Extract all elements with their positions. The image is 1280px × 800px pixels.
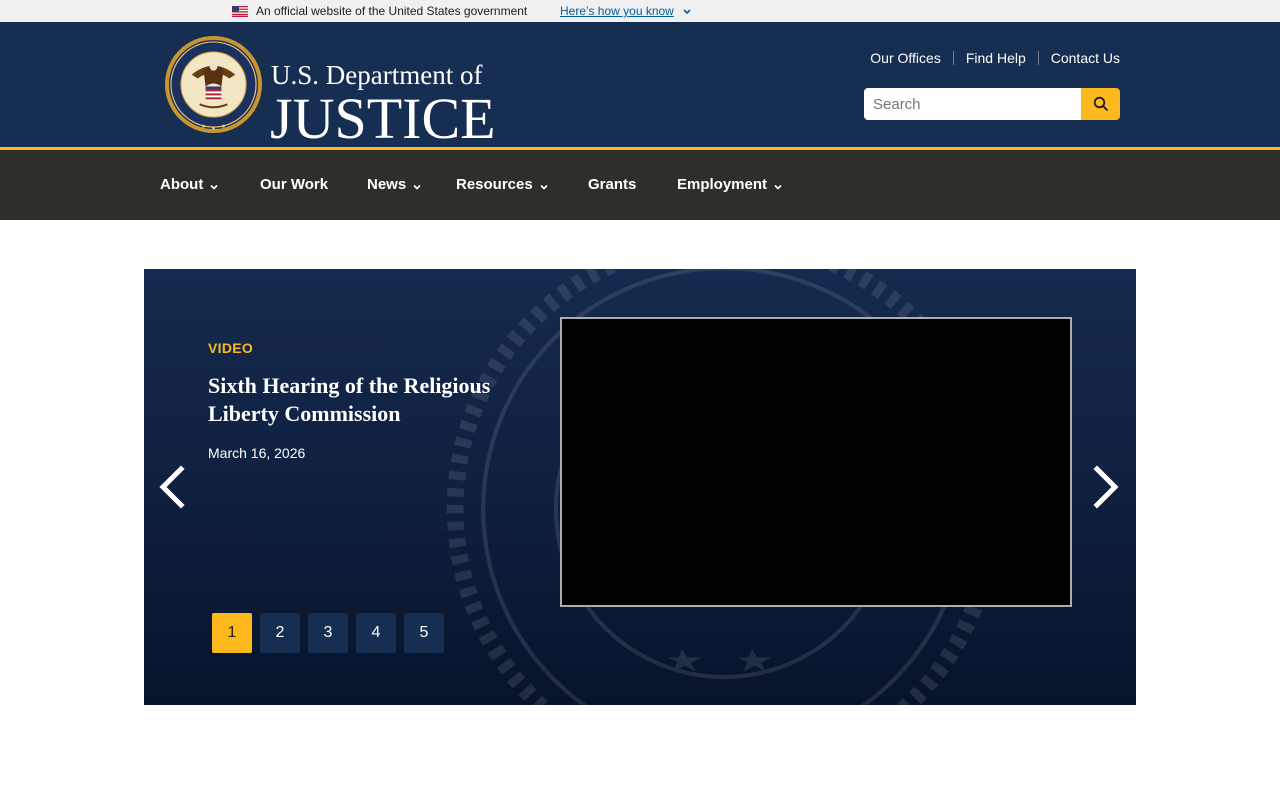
heres-how-you-know-link[interactable]: Here’s how you know: [560, 4, 674, 18]
nav-item-label: About: [160, 176, 204, 193]
main-nav: About Our Work News Resources Grants Emp…: [0, 147, 1280, 220]
site-header: U.S. Department of JUSTICE Our Offices F…: [0, 22, 1280, 151]
nav-item-our-work[interactable]: Our Work: [260, 176, 328, 194]
nav-item-label: News: [367, 176, 407, 193]
divider: [1037, 51, 1039, 65]
slide-page-button[interactable]: 1: [212, 613, 252, 653]
slide-page-button[interactable]: 3: [308, 613, 348, 653]
nav-item-label: Grants: [588, 176, 637, 193]
slide-page-button[interactable]: 5: [404, 613, 444, 653]
nav-item-employment[interactable]: Employment: [677, 176, 783, 194]
wordmark-justice[interactable]: JUSTICE: [270, 86, 496, 152]
hero-title[interactable]: Sixth Hearing of the Religious Liberty C…: [208, 372, 528, 428]
nav-item-about[interactable]: About: [160, 176, 219, 194]
divider: [952, 51, 954, 65]
nav-item-label: Our Work: [260, 176, 329, 193]
carousel-pager: 1 2 3 4 5: [212, 613, 452, 653]
us-flag-icon: [232, 6, 248, 17]
nav-item-label: Employment: [677, 176, 768, 193]
nav-item-resources[interactable]: Resources: [456, 176, 549, 194]
search-icon: [1093, 96, 1108, 112]
hero-carousel: VIDEO Sixth Hearing of the Religious Lib…: [144, 269, 1136, 705]
chevron-down-icon[interactable]: [682, 4, 692, 18]
search-form: [864, 88, 1120, 120]
chevron-down-icon: [774, 184, 782, 190]
chevron-down-icon: [540, 184, 548, 190]
content-type-tag: VIDEO: [208, 340, 254, 356]
slide-page-button[interactable]: 4: [356, 613, 396, 653]
chevron-down-icon: [210, 184, 218, 190]
utility-nav: Our Offices Find Help Contact Us: [870, 50, 1120, 66]
official-website-text: An official website of the United States…: [256, 4, 528, 18]
our-offices-link[interactable]: Our Offices: [870, 50, 941, 66]
slide-page-button[interactable]: 2: [260, 613, 300, 653]
nav-item-grants[interactable]: Grants: [588, 176, 636, 194]
search-button[interactable]: [1081, 88, 1120, 120]
video-player[interactable]: [560, 317, 1072, 607]
find-help-link[interactable]: Find Help: [966, 50, 1026, 66]
chevron-down-icon: [413, 184, 421, 190]
next-slide-arrow-icon[interactable]: [1091, 465, 1121, 509]
doj-seal-logo[interactable]: [164, 35, 263, 134]
gov-banner: An official website of the United States…: [0, 0, 1280, 22]
hero-date: March 16, 2026: [208, 445, 306, 461]
nav-item-label: Resources: [456, 176, 533, 193]
previous-slide-arrow-icon[interactable]: [157, 465, 187, 509]
search-input[interactable]: [864, 88, 1081, 120]
nav-item-news[interactable]: News: [367, 176, 422, 194]
contact-us-link[interactable]: Contact Us: [1051, 50, 1120, 66]
